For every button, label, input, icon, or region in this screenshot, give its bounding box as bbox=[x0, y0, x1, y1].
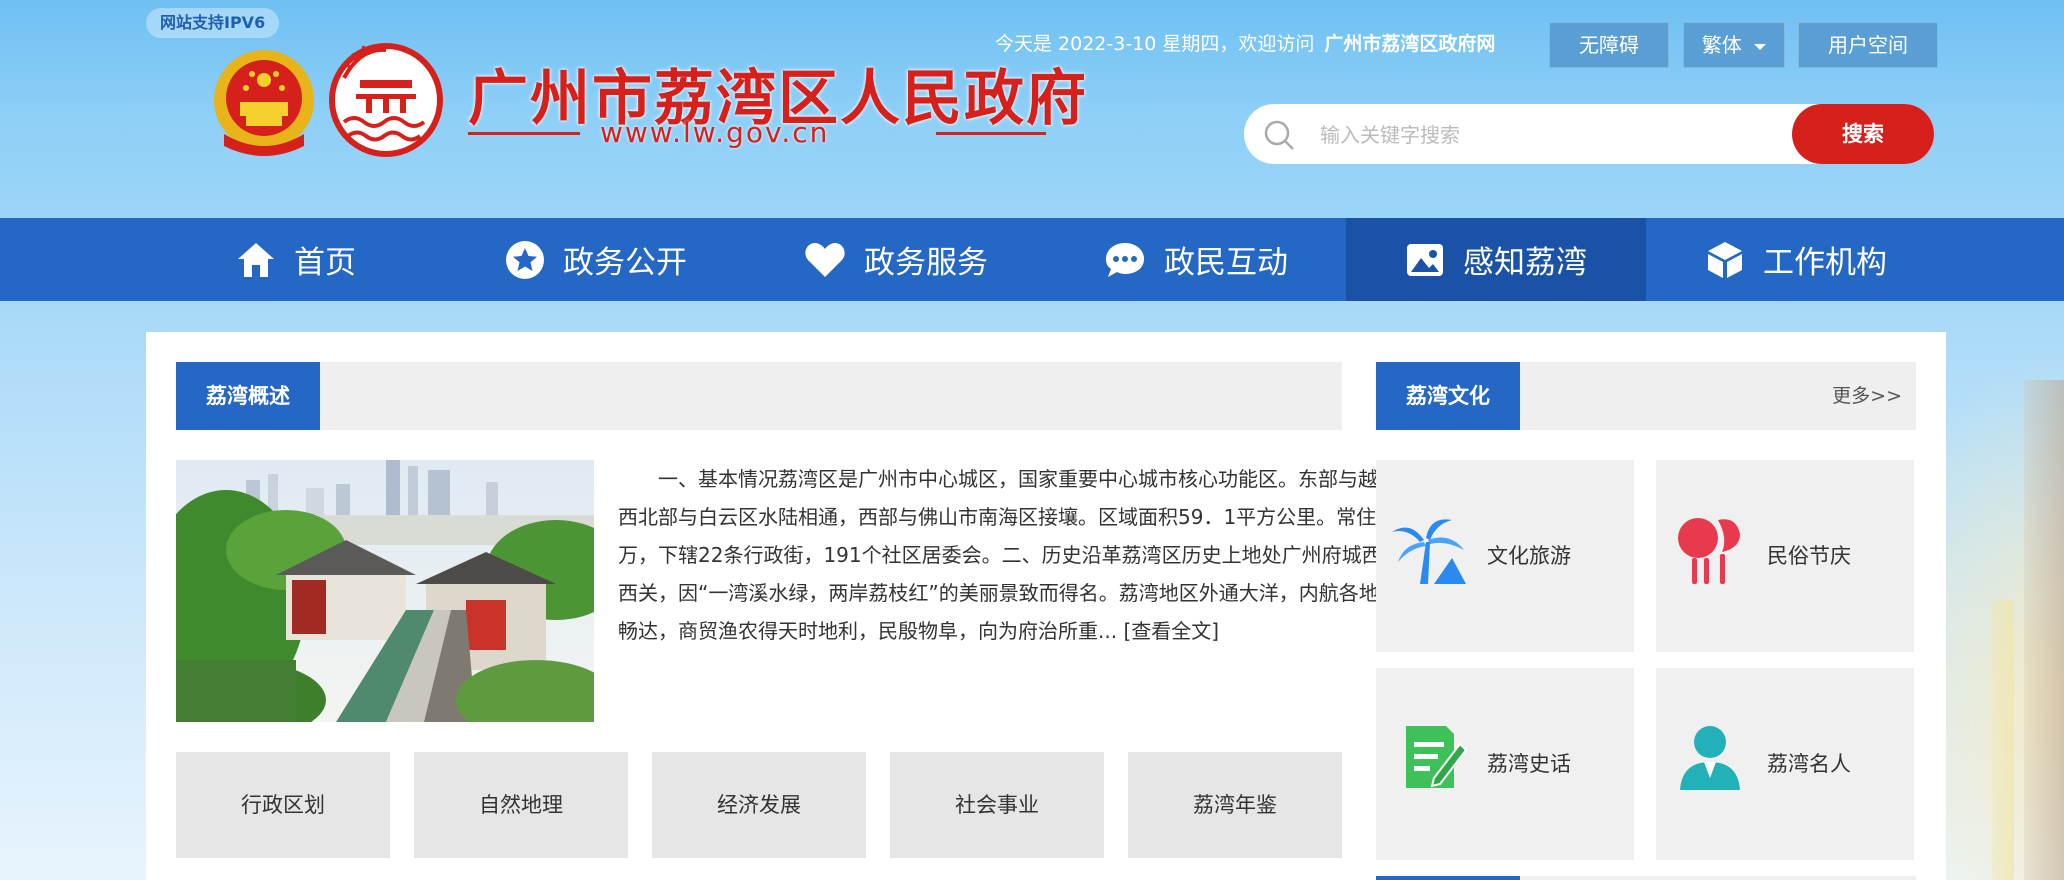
overview-body: 一、基本情况荔湾区是广州市中心城区，国家重要中心城市核心功能区。东部与越秀区相连… bbox=[618, 467, 1488, 643]
culture-card-festivals[interactable]: 民俗节庆 bbox=[1656, 460, 1914, 652]
overview-header: 荔湾概述 bbox=[176, 362, 1342, 430]
search-button[interactable]: 搜索 bbox=[1792, 104, 1934, 164]
culture-card-label: 民俗节庆 bbox=[1767, 544, 1851, 568]
heart-icon bbox=[805, 242, 845, 277]
site-url-line-right bbox=[936, 132, 1046, 135]
category-button-admin-division[interactable]: 行政区划 bbox=[176, 752, 390, 858]
site-url: www.lw.gov.cn bbox=[600, 116, 830, 149]
ipv6-badge: 网站支持IPV6 bbox=[146, 8, 280, 38]
site-logo[interactable]: 广州市荔湾区人民政府 www.lw.gov.cn bbox=[210, 42, 1086, 166]
nav-item-agencies[interactable]: 工作机构 bbox=[1646, 218, 1946, 301]
nav-item-home[interactable]: 首页 bbox=[146, 218, 446, 301]
category-button-economy[interactable]: 经济发展 bbox=[652, 752, 866, 858]
culture-card-label: 文化旅游 bbox=[1487, 544, 1571, 568]
nav-item-interaction[interactable]: 政民互动 bbox=[1046, 218, 1346, 301]
more-link[interactable]: 更多>> bbox=[1832, 362, 1902, 430]
culture-tab[interactable]: 荔湾文化 bbox=[1376, 362, 1520, 430]
star-icon bbox=[506, 240, 544, 279]
home-icon bbox=[238, 242, 274, 277]
category-button-social[interactable]: 社会事业 bbox=[890, 752, 1104, 858]
culture-card-tourism[interactable]: 文化旅游 bbox=[1376, 460, 1634, 652]
overview-text: 一、基本情况荔湾区是广州市中心城区，国家重要中心城市核心功能区。东部与越秀区相连… bbox=[618, 460, 1494, 650]
culture-card-notables[interactable]: 荔湾名人 bbox=[1656, 668, 1914, 860]
nav-item-label: 工作机构 bbox=[1763, 245, 1887, 281]
background-building bbox=[2024, 380, 2064, 880]
read-full-link[interactable]: [查看全文] bbox=[1123, 619, 1219, 643]
next-section-header-edge bbox=[1520, 876, 1916, 880]
nav-item-label: 政民互动 bbox=[1164, 245, 1288, 281]
national-emblem-icon bbox=[214, 50, 314, 156]
document-edit-icon bbox=[1406, 726, 1468, 788]
traditional-chinese-label: 繁体 bbox=[1701, 33, 1742, 57]
category-button-geography[interactable]: 自然地理 bbox=[414, 752, 628, 858]
date-text: 今天是 2022-3-10 星期四，欢迎访问 bbox=[995, 33, 1315, 55]
cube-icon bbox=[1708, 241, 1742, 278]
chat-icon bbox=[1106, 242, 1144, 277]
search-bar: 搜索 bbox=[1244, 104, 1934, 164]
category-button-yearbook[interactable]: 荔湾年鉴 bbox=[1128, 752, 1342, 858]
nav-item-label: 政务服务 bbox=[864, 245, 988, 281]
nav-item-label: 感知荔湾 bbox=[1463, 245, 1587, 281]
liwan-scenery-image bbox=[176, 460, 594, 722]
nav-item-label: 政务公开 bbox=[563, 245, 687, 281]
overview-photo[interactable] bbox=[176, 460, 594, 722]
image-icon bbox=[1407, 243, 1443, 276]
main-nav: 首页 政务公开 政务服务 政民互动 感知荔湾 工作机构 bbox=[0, 218, 2064, 301]
nav-item-perceive-liwan[interactable]: 感知荔湾 bbox=[1346, 218, 1646, 301]
culture-header: 荔湾文化 更多>> bbox=[1376, 362, 1916, 430]
accessibility-button[interactable]: 无障碍 bbox=[1549, 22, 1669, 68]
background-building bbox=[1992, 600, 2014, 880]
user-space-button[interactable]: 用户空间 bbox=[1798, 22, 1938, 68]
traditional-chinese-button[interactable]: 繁体 bbox=[1683, 22, 1785, 68]
liwan-emblem-icon bbox=[329, 43, 443, 157]
welcome-text: 今天是 2022-3-10 星期四，欢迎访问 广州市荔湾区政府网 bbox=[995, 30, 1495, 58]
next-section-tab-edge bbox=[1376, 876, 1520, 880]
culture-card-label: 荔湾名人 bbox=[1767, 752, 1851, 776]
lion-dance-icon bbox=[1678, 518, 1740, 584]
search-input[interactable] bbox=[1318, 116, 1782, 154]
palm-tree-icon bbox=[1392, 519, 1466, 584]
main-content: 荔湾概述 一、基本情况荔湾区是广州市中心城区，国家重要中心城市核心功能区。东部与… bbox=[146, 332, 1946, 880]
site-url-line-left bbox=[468, 132, 580, 135]
overview-tab[interactable]: 荔湾概述 bbox=[176, 362, 320, 430]
culture-card-history[interactable]: 荔湾史话 bbox=[1376, 668, 1634, 860]
nav-item-label: 首页 bbox=[294, 245, 356, 281]
nav-item-gov-affairs[interactable]: 政务公开 bbox=[446, 218, 746, 301]
search-icon bbox=[1262, 118, 1296, 156]
welcome-site-name: 广州市荔湾区政府网 bbox=[1324, 33, 1496, 55]
person-icon bbox=[1680, 726, 1740, 790]
nav-item-gov-services[interactable]: 政务服务 bbox=[746, 218, 1046, 301]
culture-card-label: 荔湾史话 bbox=[1487, 752, 1571, 776]
chevron-down-icon bbox=[1754, 43, 1767, 50]
